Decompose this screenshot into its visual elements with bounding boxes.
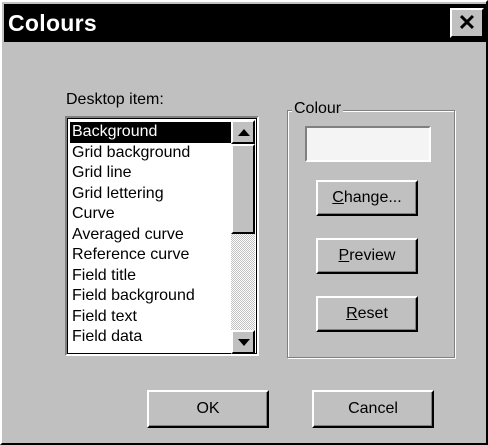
list-item[interactable]: Field title: [70, 266, 232, 287]
scroll-thumb[interactable]: [231, 144, 255, 234]
colours-dialog: Colours ✕ Desktop item: Background Grid b…: [0, 0, 488, 445]
scroll-up-button[interactable]: [231, 120, 255, 144]
list-item[interactable]: Reference curve: [70, 245, 232, 266]
scroll-down-button[interactable]: [231, 330, 255, 354]
ok-button[interactable]: OK: [147, 390, 269, 428]
list-item[interactable]: Grid lettering: [70, 184, 232, 205]
list-item[interactable]: Background: [70, 122, 232, 143]
list-item[interactable]: Field background: [70, 286, 232, 307]
reset-button[interactable]: Reset: [316, 296, 418, 332]
list-item[interactable]: Curve: [70, 204, 232, 225]
desktop-item-listbox[interactable]: Background Grid background Grid line Grid l…: [65, 116, 259, 356]
title-bar[interactable]: Colours ✕: [4, 4, 486, 42]
desktop-item-label: Desktop item:: [66, 91, 164, 108]
close-icon[interactable]: ✕: [450, 8, 484, 38]
colour-swatch: [305, 126, 431, 162]
list-scrollbar[interactable]: [231, 120, 255, 354]
cancel-button[interactable]: Cancel: [312, 390, 434, 428]
desktop-item-list: Background Grid background Grid line Grid l…: [70, 122, 232, 348]
colour-group-label: Colour: [292, 100, 344, 118]
list-item[interactable]: Field text: [70, 307, 232, 328]
preview-button[interactable]: Preview: [316, 238, 418, 274]
change-button[interactable]: Change...: [316, 180, 418, 216]
list-item[interactable]: Grid background: [70, 143, 232, 164]
arrow-down-icon: [238, 339, 250, 346]
arrow-up-icon: [238, 129, 250, 136]
list-item[interactable]: Field data: [70, 327, 232, 348]
window-title: Colours: [8, 10, 97, 36]
list-item[interactable]: Grid line: [70, 163, 232, 184]
list-item[interactable]: Averaged curve: [70, 225, 232, 246]
